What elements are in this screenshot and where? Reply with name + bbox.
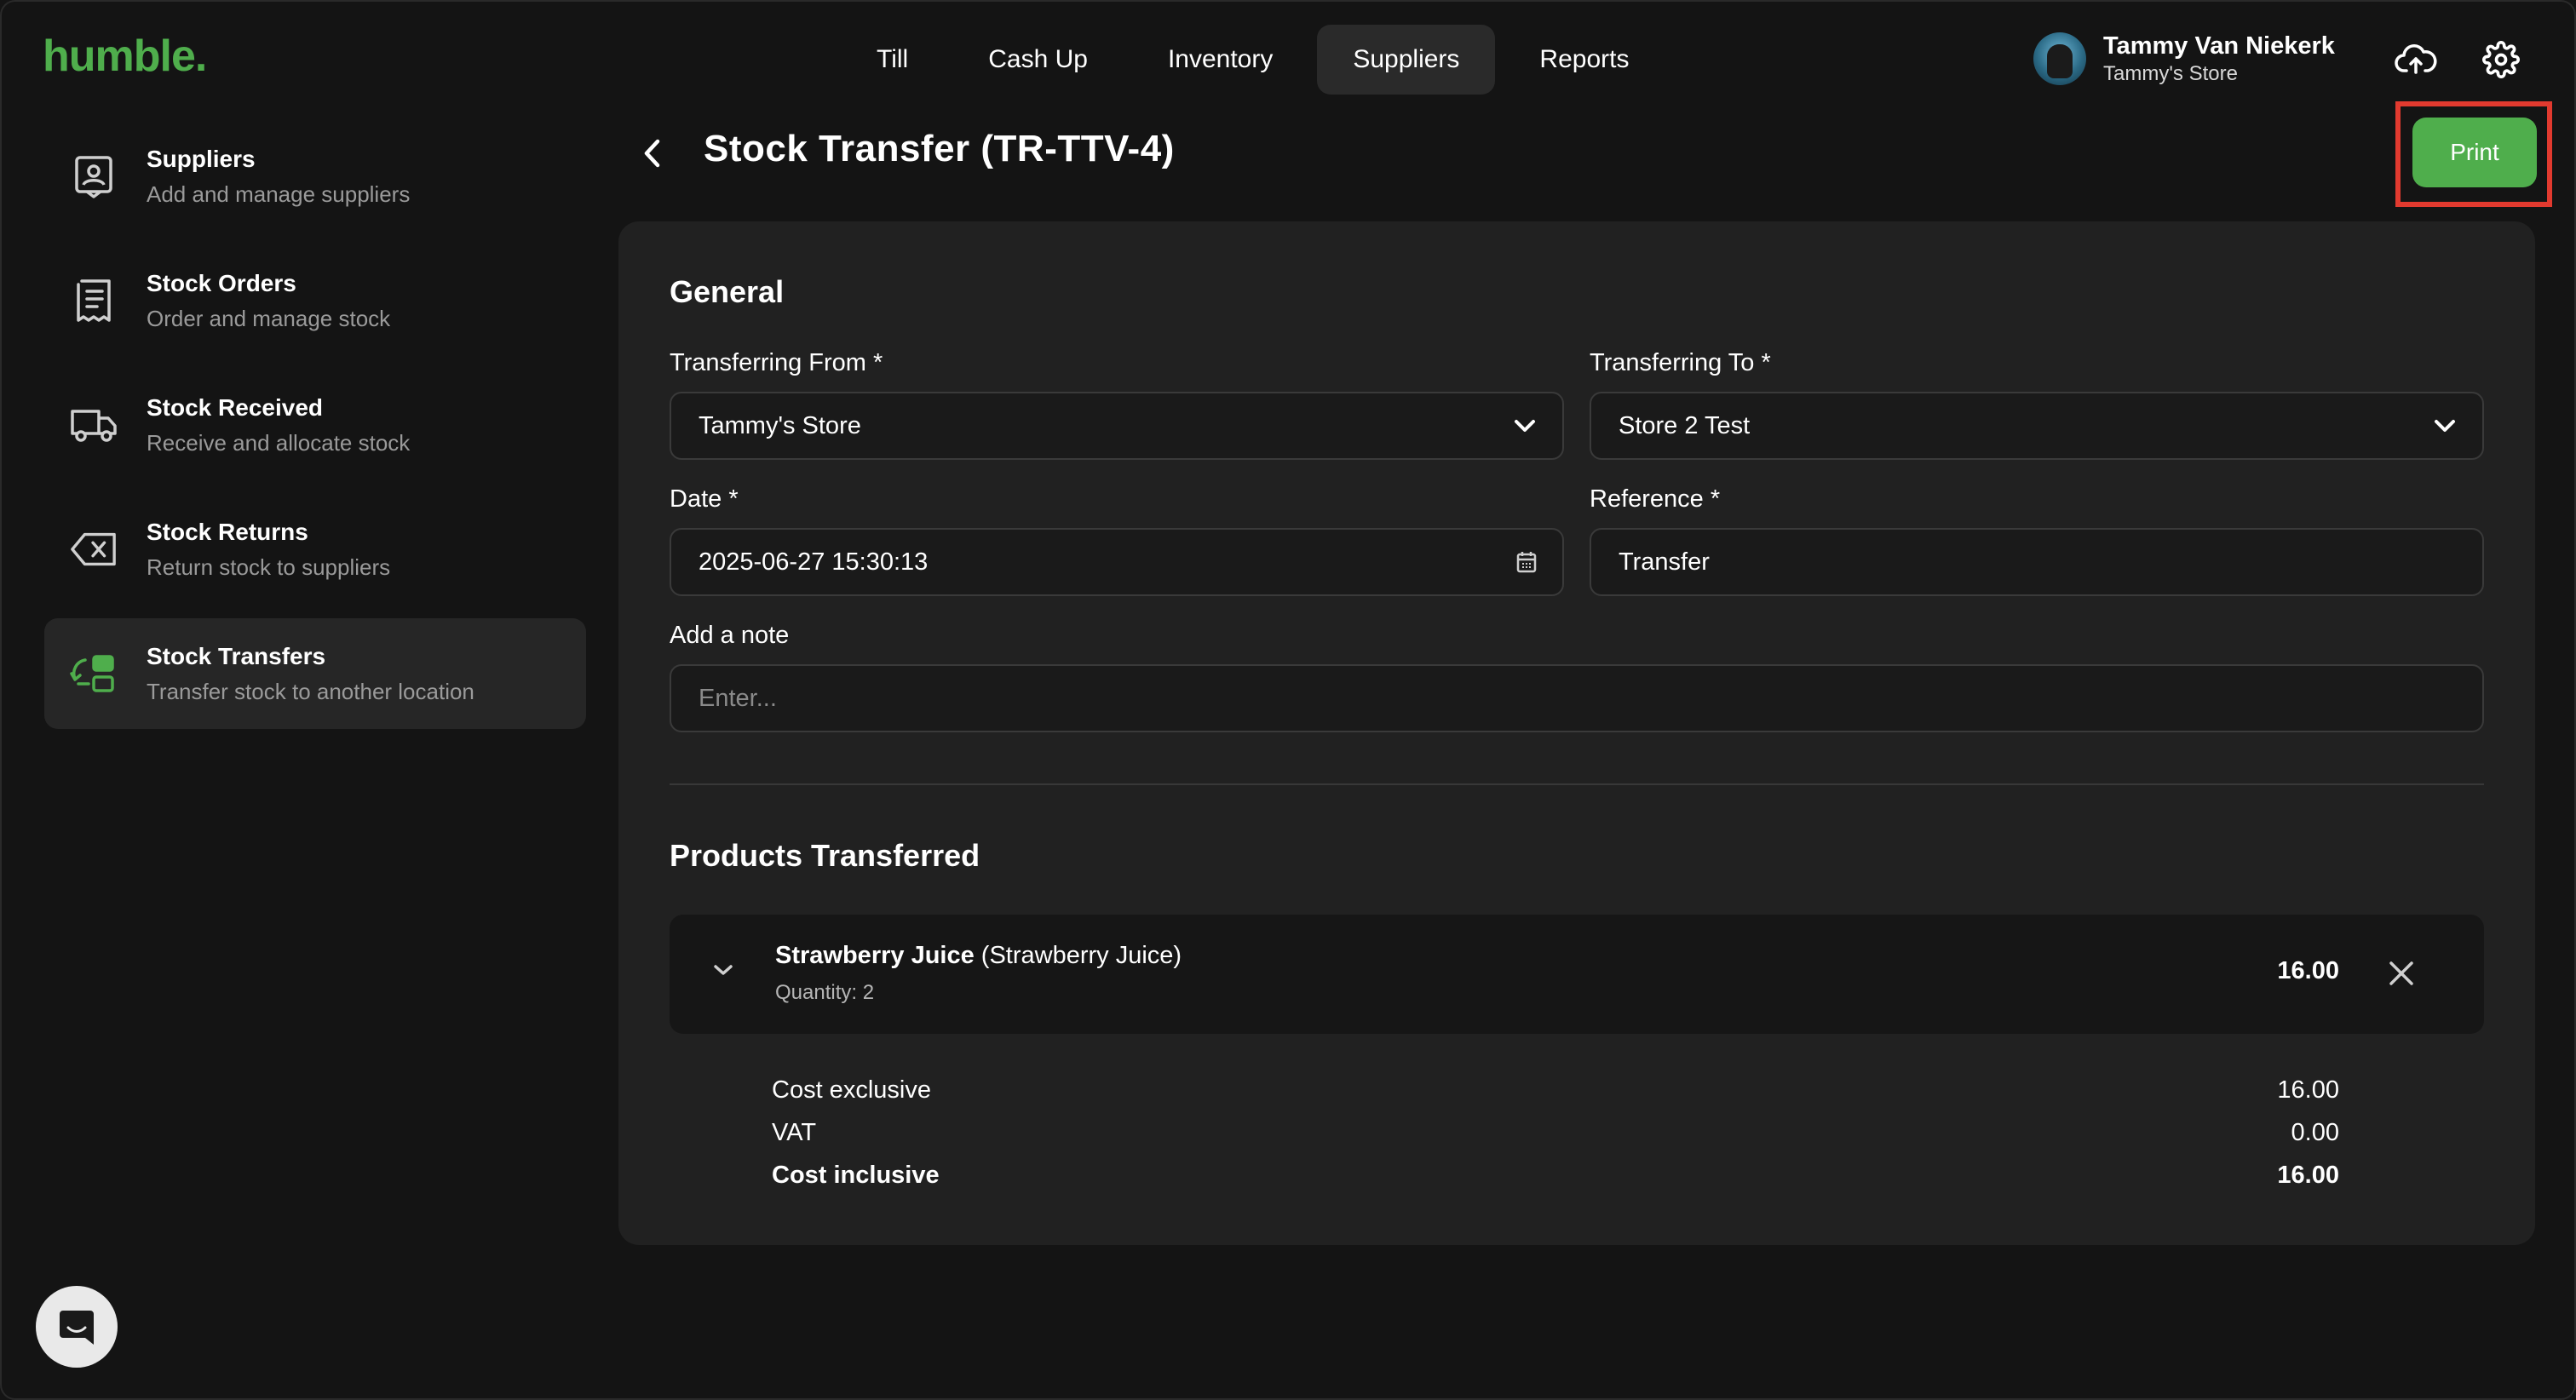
user-name: Tammy Van Niekerk [2103,32,2335,60]
transferring-to-select[interactable]: Store 2 Test [1590,392,2484,460]
products-section-title: Products Transferred [670,838,980,873]
sidebar-item-subtitle: Transfer stock to another location [147,679,474,704]
transferring-from-value: Tammy's Store [699,411,861,439]
sidebar-item-stock-orders[interactable]: Stock Orders Order and manage stock [44,245,586,356]
sidebar-item-subtitle: Return stock to suppliers [147,554,391,580]
supplier-id-icon [70,152,118,200]
user-store: Tammy's Store [2103,62,2238,85]
sidebar-item-title: Stock Received [147,394,323,421]
page-title: Stock Transfer (TR-TTV-4) [704,128,1175,169]
chevron-down-icon [2433,418,2457,433]
sidebar-item-stock-returns[interactable]: Stock Returns Return stock to suppliers [44,494,586,605]
cloud-upload-icon[interactable] [2392,36,2440,83]
transferring-from-select[interactable]: Tammy's Store [670,392,1564,460]
app-window: humble. Till Cash Up Inventory Suppliers… [0,0,2576,1400]
sidebar-item-title: Stock Transfers [147,643,326,669]
chevron-down-icon[interactable] [712,962,734,978]
sidebar-item-subtitle: Receive and allocate stock [147,430,411,456]
vat-label: VAT [772,1119,817,1146]
sidebar: Suppliers Add and manage suppliers Stock… [44,121,586,743]
transferring-from-label: Transferring From * [670,349,883,376]
product-variant: (Strawberry Juice) [980,942,1182,969]
vat-value: 0.00 [2291,1119,2339,1146]
section-divider [670,783,2484,785]
chevron-down-icon [1513,418,1537,433]
truck-icon [70,401,118,449]
date-input[interactable]: 2025-06-27 15:30:13 [670,528,1564,596]
avatar [2033,32,2086,85]
receipt-icon [70,277,118,324]
sidebar-item-stock-transfers[interactable]: Stock Transfers Transfer stock to anothe… [44,618,586,729]
date-value: 2025-06-27 15:30:13 [699,548,929,576]
note-placeholder: Enter... [699,684,777,712]
general-section-title: General [670,274,785,309]
reference-label: Reference * [1590,485,1721,513]
print-button[interactable]: Print [2412,118,2537,187]
note-input[interactable]: Enter... [670,664,2484,732]
humble-logo[interactable]: humble. [43,31,207,82]
product-name-line: Strawberry Juice (Strawberry Juice) [775,942,1182,970]
cost-exclusive-value: 16.00 [2277,1076,2339,1104]
tab-suppliers[interactable]: Suppliers [1317,25,1496,95]
close-icon[interactable] [2387,959,2416,988]
tab-till[interactable]: Till [841,25,944,95]
product-total: 16.00 [2277,957,2339,984]
back-button[interactable] [635,129,670,177]
sidebar-item-title: Stock Orders [147,270,296,296]
stock-transfer-card: General Transferring From * Tammy's Stor… [618,221,2535,1245]
product-quantity: Quantity: 2 [775,981,875,1004]
cost-exclusive-label: Cost exclusive [772,1076,931,1104]
user-profile[interactable]: Tammy Van Niekerk Tammy's Store [2033,31,2335,87]
sidebar-item-title: Suppliers [147,146,256,172]
reference-input[interactable]: Transfer [1590,528,2484,596]
transferring-to-label: Transferring To * [1590,349,1771,376]
date-label: Date * [670,485,739,513]
product-row[interactable]: Strawberry Juice (Strawberry Juice) Quan… [670,915,2484,1034]
chevron-left-icon [642,138,663,169]
tab-reports[interactable]: Reports [1504,25,1665,95]
transfer-icon [70,650,118,697]
product-name: Strawberry Juice [775,942,975,969]
tab-inventory[interactable]: Inventory [1132,25,1308,95]
cost-inclusive-label: Cost inclusive [772,1162,940,1189]
reference-value: Transfer [1619,548,1710,576]
cost-inclusive-value: 16.00 [2277,1162,2339,1189]
sidebar-item-subtitle: Add and manage suppliers [147,181,411,207]
calendar-icon[interactable] [1516,551,1537,573]
chat-support-button[interactable] [36,1286,118,1368]
backspace-icon [70,525,118,573]
sidebar-item-subtitle: Order and manage stock [147,306,391,331]
chat-icon [58,1307,95,1346]
sidebar-item-stock-received[interactable]: Stock Received Receive and allocate stoc… [44,370,586,480]
sidebar-item-suppliers[interactable]: Suppliers Add and manage suppliers [44,121,586,232]
note-label: Add a note [670,622,790,649]
tab-cash-up[interactable]: Cash Up [952,25,1124,95]
gear-icon[interactable] [2477,36,2525,83]
sidebar-item-title: Stock Returns [147,519,308,545]
transferring-to-value: Store 2 Test [1619,411,1751,439]
